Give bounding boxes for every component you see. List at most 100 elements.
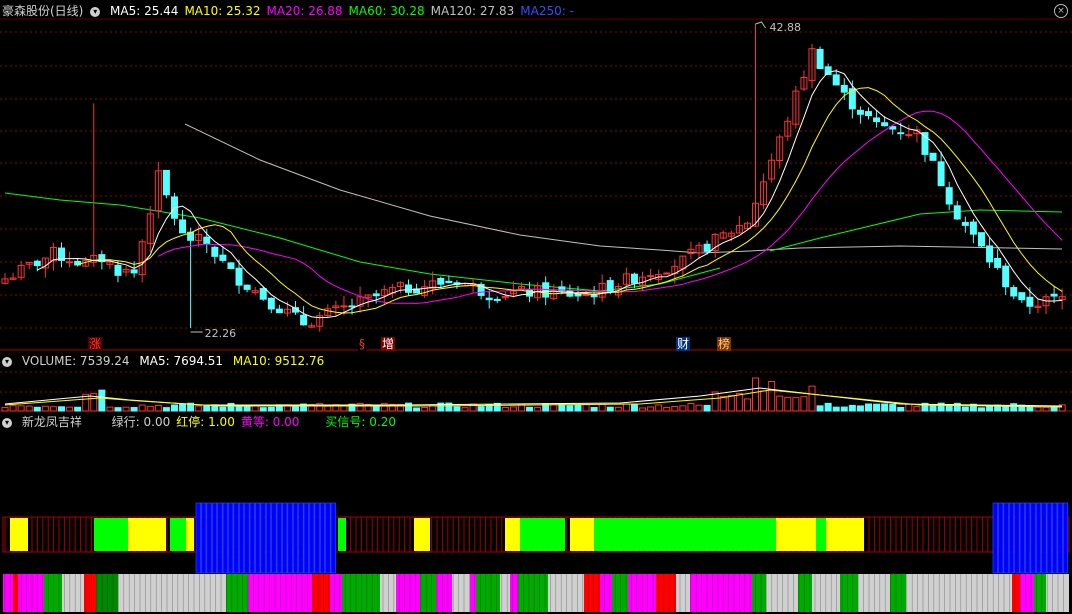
candle-body [881, 122, 889, 127]
indicator-block [520, 518, 537, 551]
volume-bar [413, 407, 421, 412]
candle-body [405, 284, 412, 293]
marker-bang[interactable]: 榜 [717, 337, 732, 351]
volume-bar [776, 395, 784, 412]
candle-body [663, 272, 671, 275]
volume-bar [695, 404, 703, 412]
indicator-strip-block [330, 574, 342, 612]
signal-bar [217, 502, 223, 574]
volume-bar [162, 407, 170, 412]
candle-body [703, 243, 711, 252]
signal-bar [1008, 502, 1015, 574]
volume-bar [929, 404, 937, 412]
indicator-block [170, 518, 186, 551]
volume-bar [897, 407, 905, 412]
candle-body [1050, 293, 1058, 297]
indicator-strip-block [436, 574, 452, 612]
candle-body [994, 257, 1002, 268]
signal-bar [303, 502, 309, 574]
volume-bar [679, 405, 687, 412]
close-icon[interactable]: × [1054, 4, 1068, 18]
volume-bar [74, 406, 82, 412]
signal-bar [1057, 502, 1063, 574]
signal-bar [238, 502, 245, 574]
indicator-strip-block [18, 574, 44, 612]
volume-bar [259, 407, 267, 412]
volume-bar [727, 394, 735, 412]
marker-zeng[interactable]: 增 [381, 337, 396, 351]
signal-bar [260, 502, 266, 574]
volume-bar [889, 404, 897, 412]
volume-bar [832, 406, 840, 412]
indicator-strip-block [470, 574, 476, 612]
volume-bar [784, 396, 792, 412]
candle-body [211, 246, 219, 257]
candle-body [1018, 292, 1026, 301]
indicator-strip-block [248, 574, 312, 612]
candle-body [372, 293, 380, 297]
volume-bar [606, 406, 614, 412]
indicator-block [826, 518, 864, 551]
candle-body [445, 280, 453, 284]
signal-bar [298, 502, 304, 574]
volume-bar [760, 390, 768, 412]
indicator-strip-block [584, 574, 600, 612]
volume-bar [9, 405, 17, 412]
volume-bar [1042, 406, 1050, 412]
volume-bar [792, 397, 800, 412]
signal-bar [309, 502, 315, 574]
indicator-strip-block [3, 574, 13, 612]
indicator-block [186, 518, 194, 551]
indicator-item: 买信号: 0.20 [325, 415, 396, 429]
indicator-block [537, 518, 565, 551]
volume-bar [873, 403, 881, 412]
indicator-block [94, 518, 128, 551]
signal-bar [1025, 502, 1031, 574]
volume-bar [57, 406, 65, 412]
volume-bar [324, 405, 332, 412]
chart-canvas[interactable]: 42.88 22.26 [0, 0, 1072, 614]
volume-bar [203, 404, 211, 412]
volume-bar [17, 405, 25, 412]
volume-bar [219, 406, 227, 412]
volume-bar [816, 405, 824, 412]
signal-bar [292, 502, 299, 574]
marker-cai[interactable]: 财 [676, 337, 691, 351]
signal-bar [1014, 502, 1020, 574]
indicator-strip-block [342, 574, 380, 612]
candle-body [647, 275, 655, 278]
volume-bar [840, 406, 848, 412]
indicator-strip-block [798, 574, 812, 612]
indicator-strip-block [518, 574, 548, 612]
signal-bar [992, 502, 998, 574]
volume-bar [881, 403, 889, 412]
signal-bar [201, 502, 207, 574]
signal-bar [1041, 502, 1047, 574]
marker-section[interactable]: § [358, 337, 366, 351]
candle-body [267, 297, 275, 310]
ma-legend-item: MA20: 26.88 [266, 4, 343, 18]
chevron-down-icon[interactable]: ▾ [2, 417, 12, 428]
volume-bar [526, 406, 534, 412]
ma10-line [77, 87, 1063, 314]
indicator-header: ▾ 新龙凤吉祥 绿行: 0.00 红停: 1.00 黄等: 0.00 买信号: 0.2… [2, 414, 408, 430]
indicator-strip-block [96, 574, 118, 612]
volume-ma5: MA5: 7694.51 [139, 354, 224, 368]
chevron-down-icon[interactable]: ▾ [90, 6, 101, 17]
indicator-strip-block [452, 574, 470, 612]
indicator-strip-block [840, 574, 858, 612]
candle-body [937, 161, 945, 187]
marker-zhang[interactable]: 涨 [88, 337, 103, 351]
indicator-values: 绿行: 0.00 红停: 1.00 黄等: 0.00 买信号: 0.20 [112, 415, 402, 429]
indicator-block [414, 518, 430, 551]
indicator-strip-block [1012, 574, 1020, 612]
volume-ma10: MA10: 9512.76 [232, 354, 325, 368]
volume-bar [687, 402, 695, 412]
candle-body [243, 284, 251, 290]
candle-body [219, 254, 227, 261]
indicator-strip-block [656, 574, 676, 612]
volume-bar [421, 407, 429, 412]
chevron-down-icon[interactable]: ▾ [2, 356, 12, 367]
volume-bar [49, 406, 57, 412]
volume-bar [130, 407, 138, 412]
